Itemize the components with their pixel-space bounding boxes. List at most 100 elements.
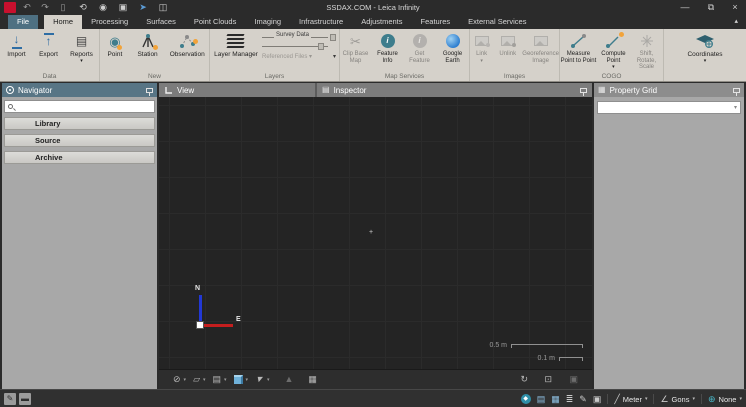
pin-icon[interactable] <box>733 88 740 93</box>
main-area: Navigator Library Source Archive View <box>0 82 746 389</box>
pin-icon[interactable] <box>580 88 587 93</box>
new-station-button[interactable]: Station <box>132 31 164 58</box>
scale-bar <box>511 344 583 348</box>
property-selector-dropdown[interactable]: ▾ <box>597 101 741 114</box>
restore-button[interactable]: ⧉ <box>702 0 720 15</box>
coordinate-system-dropdown[interactable]: ⊕ None ▾ <box>708 395 742 404</box>
archive-toggle-button[interactable]: ▣ <box>593 395 602 404</box>
table-icon: ▦ <box>551 394 560 404</box>
tab-adjustments[interactable]: Adjustments <box>352 15 411 29</box>
survey-data-slider[interactable]: Survey Data <box>260 33 338 42</box>
log-toggle-button[interactable]: ✎ <box>579 395 587 404</box>
sidebar-item-source[interactable]: Source <box>4 134 155 147</box>
eraser-tool-button[interactable]: ▱ ▾ <box>193 375 205 384</box>
ribbon-group-images: Link ▾ Unlink Georeference Image Images <box>470 29 560 81</box>
axis-north-label: N <box>195 285 200 292</box>
navigator-toggle-button[interactable]: ◆ <box>521 394 531 404</box>
reports-button[interactable]: ▤ Reports ▾ <box>66 31 98 64</box>
export-button[interactable]: ↑ Export <box>34 31 64 64</box>
close-button[interactable]: × <box>726 0 744 15</box>
sidebar-item-library[interactable]: Library <box>4 117 155 130</box>
slider-handle[interactable] <box>318 43 324 50</box>
layer-sliders: Survey Data Referenced Files ▾ ▾ <box>260 31 338 60</box>
axis-icon <box>164 86 173 95</box>
eraser-icon: ▱ <box>193 375 200 384</box>
pencil-icon: ✎ <box>7 394 14 403</box>
compute-point-button[interactable]: Compute Point ▾ <box>599 31 628 71</box>
property-grid-icon: ▦ <box>598 86 606 94</box>
tab-file[interactable]: File <box>8 15 38 29</box>
property-grid-title: Property Grid <box>610 86 658 95</box>
compass-icon: ◆ <box>523 396 528 402</box>
layers-tool-button[interactable]: ▤ ▾ <box>213 375 227 384</box>
search-input[interactable] <box>16 103 151 110</box>
status-edit-button[interactable]: ✎ <box>4 393 16 405</box>
group-label-layers: Layers <box>210 73 339 80</box>
axis-east-line <box>203 324 233 327</box>
status-shape-button[interactable]: ▬ <box>19 393 31 405</box>
tab-features[interactable]: Features <box>412 15 460 29</box>
new-point-button[interactable]: ◉ Point <box>100 31 130 58</box>
new-observation-button[interactable]: Observation <box>165 31 209 58</box>
status-bar: ✎ ▬ ◆ ▤ ▦ ≣ ✎ ▣ ╱ Meter ▾ ∠ Gons ▾ ⊕ <box>0 389 746 407</box>
layers-toggle-button[interactable]: ≣ <box>566 395 574 404</box>
window-title: SSDAX.COM - Leica Infinity <box>0 0 746 15</box>
ribbon-group-new: ◉ Point Station <box>100 29 210 81</box>
link-caret-icon: ▾ <box>480 59 483 64</box>
map-canvas[interactable]: N E + 0.5 m 0.1 m <box>159 97 592 369</box>
rotate-view-button[interactable]: ↻ <box>520 375 528 384</box>
property-grid-toggle-button[interactable]: ▦ <box>551 395 560 404</box>
tab-imaging[interactable]: Imaging <box>245 15 290 29</box>
coordinates-button[interactable]: Coordinates ▾ <box>682 31 728 64</box>
scale-bar-large: 0.5 m <box>489 342 583 349</box>
view-panel: View ▤ Inspector N E + 0.5 m <box>159 83 592 389</box>
tab-view[interactable]: View <box>159 83 317 97</box>
slider-menu-button[interactable]: ▾ <box>333 53 336 60</box>
navigator-search <box>4 100 155 113</box>
inspector-toggle-button[interactable]: ▤ <box>537 395 546 404</box>
basemap-tool-button[interactable]: ⊘ ▾ <box>173 375 186 384</box>
view-mode-button[interactable]: ▾ <box>234 375 249 384</box>
angle-unit-dropdown[interactable]: ∠ Gons ▾ <box>660 395 695 404</box>
import-button[interactable]: ↓ Import <box>2 31 32 64</box>
search-icon <box>8 104 13 109</box>
reports-icon: ▤ <box>76 34 87 48</box>
layer-manager-button[interactable]: Layer Manager <box>214 31 258 60</box>
tab-surfaces[interactable]: Surfaces <box>137 15 185 29</box>
link-image-button: Link ▾ <box>470 31 493 64</box>
tab-processing[interactable]: Processing <box>82 15 137 29</box>
transparency-slider[interactable] <box>260 42 338 51</box>
slider-handle[interactable] <box>330 34 336 41</box>
tab-external-services[interactable]: External Services <box>459 15 535 29</box>
ribbon-tab-bar: File Home Processing Surfaces Point Clou… <box>0 15 746 29</box>
tab-infrastructure[interactable]: Infrastructure <box>290 15 352 29</box>
axis-east-label: E <box>236 316 241 323</box>
layers-icon: ▤ <box>213 375 222 384</box>
survey-data-label: Survey Data <box>274 32 311 38</box>
minimize-button[interactable]: — <box>676 0 694 15</box>
ribbon-collapse-button[interactable]: ▴ <box>734 15 738 29</box>
filter-tool-button[interactable]: ▼ ▾ <box>255 375 269 384</box>
scale-bar <box>559 357 583 361</box>
ribbon-group-cogo: Measure Point to Point Compute Point ▾ <box>560 29 664 81</box>
measure-point-to-point-button[interactable]: Measure Point to Point <box>560 31 597 71</box>
unlink-image-icon <box>501 36 515 46</box>
google-earth-button[interactable]: Google Earth <box>437 31 469 64</box>
divider <box>653 394 654 404</box>
grid-toggle-button[interactable]: ▦ <box>308 375 317 384</box>
distance-unit-dropdown[interactable]: ╱ Meter ▾ <box>614 395 647 404</box>
tab-inspector[interactable]: ▤ Inspector <box>317 83 592 97</box>
edit-doc-icon: ✎ <box>579 394 587 404</box>
zoom-extents-button[interactable]: ⊡ <box>544 375 552 384</box>
collapse-icon: ▴ <box>734 18 738 25</box>
referenced-files-button[interactable]: Referenced Files ▾ <box>262 53 312 60</box>
sidebar-item-archive[interactable]: Archive <box>4 151 155 164</box>
ruler-icon: ╱ <box>614 395 619 404</box>
tab-point-clouds[interactable]: Point Clouds <box>185 15 246 29</box>
ribbon: ↓ Import ↑ Export ▤ Reports ▾ Data ◉ <box>0 29 746 82</box>
import-icon: ↓ <box>12 33 22 48</box>
angle-icon: ∠ <box>660 395 668 404</box>
feature-info-button[interactable]: i Feature Info <box>373 31 403 64</box>
pin-icon[interactable] <box>146 88 153 93</box>
tab-home[interactable]: Home <box>44 15 82 29</box>
